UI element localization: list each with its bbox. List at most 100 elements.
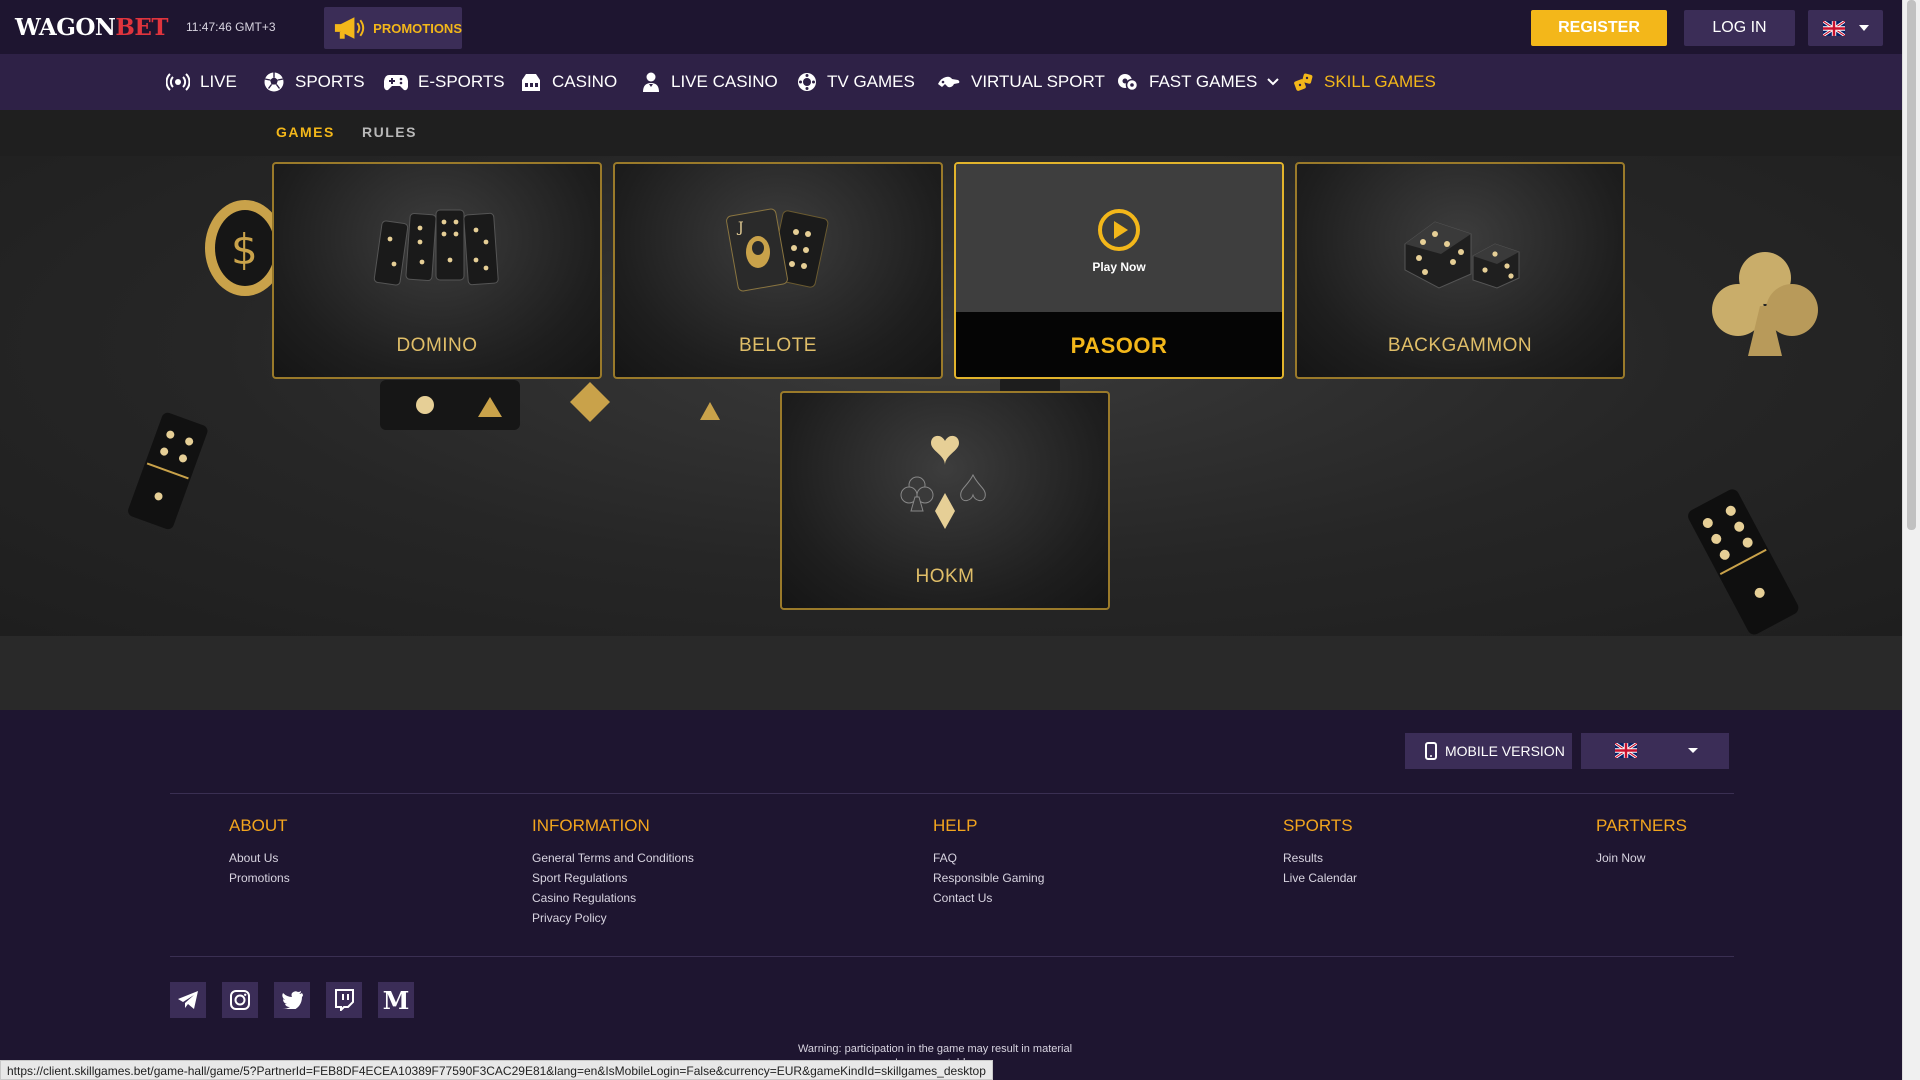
footer-col-information: INFORMATION General Terms and Conditions…	[532, 816, 694, 928]
language-selector[interactable]	[1808, 10, 1883, 46]
dice-icon	[1404, 221, 1520, 289]
footer-language-selector[interactable]	[1581, 733, 1729, 769]
casino-icon	[522, 74, 540, 91]
register-button[interactable]: REGISTER	[1531, 10, 1667, 46]
logo-main-text: WAGON	[15, 14, 116, 41]
fast-games-icon	[1118, 74, 1139, 92]
game-title: HOKM	[915, 566, 975, 587]
domino-icon	[373, 209, 499, 286]
footer-heading: ABOUT	[229, 816, 288, 835]
play-icon	[1098, 209, 1140, 251]
nav-item-casino[interactable]: CASINO	[520, 54, 617, 110]
footer-link-promotions[interactable]: Promotions	[229, 868, 290, 888]
svg-text:$: $	[231, 225, 258, 274]
game-title: DOMINO	[396, 335, 478, 356]
nav-item-live[interactable]: LIVE	[166, 54, 237, 110]
uk-flag-icon	[1615, 743, 1637, 758]
top-header: WAGONBET 11:47:46 GMT+3 PROMOTIONS REGIS…	[0, 0, 1902, 54]
footer-col-sports: SPORTS Results Live Calendar	[1283, 816, 1357, 888]
twitch-icon	[335, 989, 354, 1011]
svg-text:J: J	[736, 220, 744, 236]
game-card-belote[interactable]: J BELOTE	[613, 162, 943, 379]
game-title: BELOTE	[739, 335, 817, 356]
nav-item-skill-games[interactable]: SKILL GAMES	[1294, 54, 1436, 110]
footer-link-join-now[interactable]: Join Now	[1596, 848, 1687, 868]
belote-art: J	[615, 204, 941, 304]
twitter-icon	[282, 991, 303, 1009]
twitter-link[interactable]	[274, 982, 310, 1018]
game-title: PASOOR	[1070, 333, 1168, 358]
soccer-ball-icon	[264, 72, 284, 92]
main-nav: LIVE SPORTS E-SPORTS CASINO LIVE CASINO …	[0, 54, 1902, 110]
footer-divider	[170, 956, 1734, 957]
footer-link-responsible-gaming[interactable]: Responsible Gaming	[933, 868, 1044, 888]
footer-link-live-calendar[interactable]: Live Calendar	[1283, 868, 1357, 888]
nav-item-live-casino[interactable]: LIVE CASINO	[641, 54, 778, 110]
footer-link-faq[interactable]: FAQ	[933, 848, 1044, 868]
mobile-phone-icon	[1425, 742, 1437, 760]
hokm-art	[782, 433, 1108, 543]
play-now-label: Play Now	[1092, 260, 1146, 274]
nav-label: VIRTUAL SPORT	[971, 72, 1105, 91]
footer-link-privacy-policy[interactable]: Privacy Policy	[532, 908, 694, 928]
gamepad-icon	[384, 75, 408, 91]
chevron-down-icon	[1859, 25, 1869, 31]
site-logo[interactable]: WAGONBET	[15, 14, 168, 41]
scrollbar-thumb[interactable]	[1907, 0, 1916, 530]
warning-line: Warning: participation in the game may r…	[797, 1043, 1073, 1055]
game-card-hokm[interactable]: HOKM	[780, 391, 1110, 610]
footer-col-about: ABOUT About Us Promotions	[229, 816, 290, 888]
footer-col-help: HELP FAQ Responsible Gaming Contact Us	[933, 816, 1044, 908]
nav-label: SKILL GAMES	[1324, 72, 1436, 91]
chevron-down-icon	[1688, 748, 1698, 753]
nav-item-sports[interactable]: SPORTS	[263, 54, 365, 110]
browser-status-url: https://client.skillgames.bet/game-hall/…	[0, 1060, 993, 1080]
footer-link-casino-regulations[interactable]: Casino Regulations	[532, 888, 694, 908]
instagram-link[interactable]	[222, 982, 258, 1018]
promotions-label: PROMOTIONS	[373, 20, 462, 36]
instagram-icon	[230, 990, 250, 1010]
footer-link-results[interactable]: Results	[1283, 848, 1357, 868]
playing-cards-icon: J	[726, 208, 829, 292]
footer-heading: INFORMATION	[532, 816, 650, 835]
skill-games-icon	[1294, 73, 1313, 91]
telegram-icon	[178, 991, 198, 1009]
medium-icon: M	[382, 985, 410, 1015]
logo-accent-text: BET	[115, 14, 168, 41]
nav-item-fast-games[interactable]: FAST GAMES	[1117, 54, 1280, 110]
telegram-link[interactable]	[170, 982, 206, 1018]
clock: 11:47:46 GMT+3	[186, 20, 276, 34]
footer-link-about-us[interactable]: About Us	[229, 848, 290, 868]
footer-heading: PARTNERS	[1596, 816, 1688, 835]
mobile-version-button[interactable]: MOBILE VERSION	[1405, 733, 1572, 769]
nav-label: E-SPORTS	[418, 72, 505, 91]
card-suits-icon	[900, 435, 986, 529]
nav-label: LIVE CASINO	[671, 72, 778, 91]
promotions-button[interactable]: PROMOTIONS	[324, 7, 462, 49]
content-spacer	[0, 636, 1902, 710]
tab-games[interactable]: GAMES	[276, 124, 335, 140]
medium-link[interactable]: M	[378, 982, 414, 1018]
tab-rules[interactable]: RULES	[362, 124, 417, 140]
nav-item-virtual-sport[interactable]: VIRTUAL SPORT	[937, 54, 1105, 110]
domino-art	[274, 204, 600, 294]
backgammon-art	[1297, 204, 1623, 294]
twitch-link[interactable]	[326, 982, 362, 1018]
nav-item-tv-games[interactable]: TV GAMES	[797, 54, 915, 110]
login-button[interactable]: LOG IN	[1684, 10, 1795, 46]
chevron-down-icon	[1267, 78, 1280, 86]
mobile-version-label: MOBILE VERSION	[1445, 743, 1565, 759]
nav-item-esports[interactable]: E-SPORTS	[384, 54, 505, 110]
page-scrollbar[interactable]	[1902, 0, 1920, 1080]
game-card-domino[interactable]: DOMINO	[272, 162, 602, 379]
footer-link-terms[interactable]: General Terms and Conditions	[532, 848, 694, 868]
game-card-pasoor[interactable]: Play Now PASOOR	[954, 162, 1284, 379]
footer-heading: SPORTS	[1283, 816, 1353, 835]
footer-link-contact-us[interactable]: Contact Us	[933, 888, 1044, 908]
virtual-sport-icon	[938, 76, 960, 88]
play-now-control[interactable]: Play Now	[956, 208, 1282, 274]
game-card-backgammon[interactable]: BACKGAMMON	[1295, 162, 1625, 379]
game-subtabs: GAMES RULES	[0, 110, 1902, 156]
footer-link-sport-regulations[interactable]: Sport Regulations	[532, 868, 694, 888]
tv-games-icon	[798, 73, 816, 91]
